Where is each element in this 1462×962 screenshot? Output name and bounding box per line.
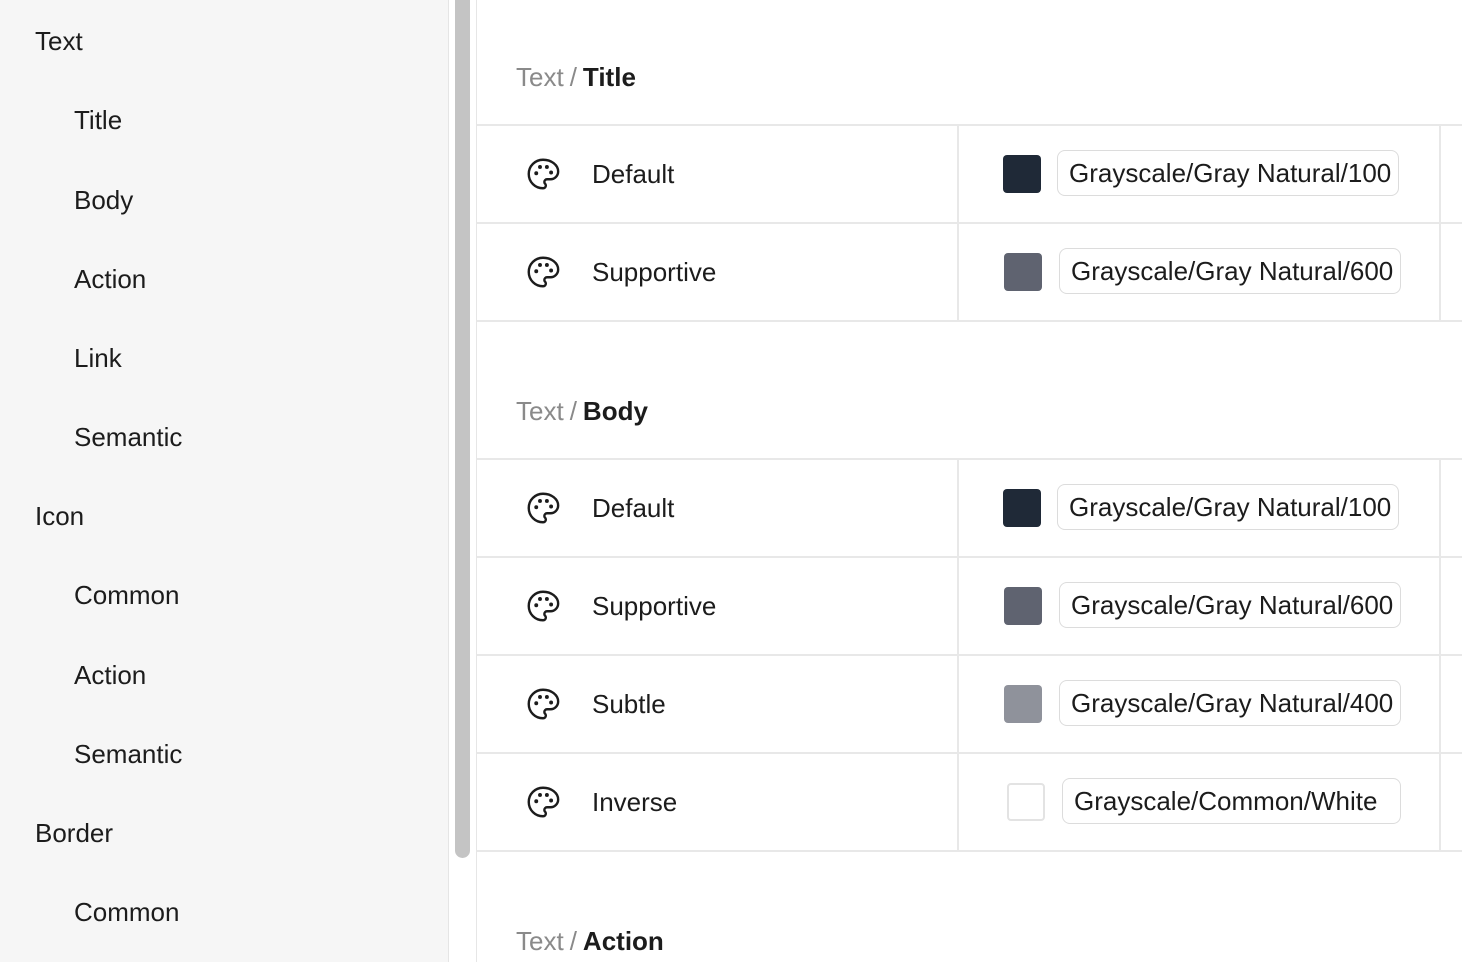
token-label: Inverse	[592, 787, 678, 817]
token-value-cell: Grayscale/Gray Natural/600	[959, 224, 1441, 320]
table-row: Supportive Grayscale/Gray Natural/600	[477, 558, 1462, 656]
token-name-cell: Supportive	[477, 558, 959, 654]
token-value-cell: Grayscale/Gray Natural/100	[959, 126, 1441, 222]
table-row: Supportive Grayscale/Gray Natural/600	[477, 224, 1462, 322]
token-value-cell: Grayscale/Gray Natural/400	[959, 656, 1441, 752]
main-content: Text / Title Default Grayscale/Gray Natura…	[477, 0, 1462, 962]
sidebar-item-icon-semantic[interactable]: Semantic	[74, 739, 182, 769]
token-label: Supportive	[592, 257, 717, 287]
palette-icon	[527, 158, 560, 190]
palette-icon	[527, 256, 560, 288]
sidebar-item-text[interactable]: Text	[35, 26, 83, 56]
table-row: Subtle Grayscale/Gray Natural/400	[477, 656, 1462, 754]
token-table-title: Default Grayscale/Gray Natural/100 Suppo…	[477, 124, 1462, 322]
palette-icon	[527, 688, 560, 720]
token-value-field[interactable]: Grayscale/Common/White	[1062, 778, 1401, 824]
palette-icon	[527, 786, 560, 818]
section-name: Action	[582, 926, 664, 956]
sidebar-item-link[interactable]: Link	[74, 343, 122, 373]
token-name-cell: Supportive	[477, 224, 959, 320]
token-value-field[interactable]: Grayscale/Gray Natural/100	[1057, 150, 1399, 196]
palette-icon	[527, 492, 560, 524]
token-label: Default	[592, 159, 675, 189]
sidebar-item-semantic[interactable]: Semantic	[74, 422, 182, 452]
sidebar-scrollbar-track[interactable]	[449, 0, 477, 962]
sidebar-item-title[interactable]: Title	[74, 105, 122, 135]
section-title-text-title: Text / Title	[516, 62, 636, 92]
table-row: Inverse Grayscale/Common/White	[477, 754, 1462, 852]
section-title-text-action: Text / Action	[516, 926, 664, 956]
token-value-cell: Grayscale/Common/White	[959, 754, 1441, 850]
color-swatch[interactable]	[1003, 489, 1041, 527]
table-row: Default Grayscale/Gray Natural/100	[477, 126, 1462, 224]
section-separator: /	[569, 396, 577, 426]
palette-icon	[527, 590, 560, 622]
token-name-cell: Subtle	[477, 656, 959, 752]
sidebar-item-icon-common[interactable]: Common	[74, 580, 179, 610]
section-prefix: Text	[516, 396, 564, 426]
token-value-cell: Grayscale/Gray Natural/100	[959, 460, 1441, 556]
section-prefix: Text	[516, 62, 564, 92]
sidebar-scrollbar-thumb[interactable]	[455, 0, 470, 858]
token-label: Supportive	[592, 591, 717, 621]
sidebar: Text Title Body Action Link Semantic Ico…	[0, 0, 449, 962]
token-value-field[interactable]: Grayscale/Gray Natural/600	[1059, 248, 1401, 294]
color-swatch[interactable]	[1007, 783, 1045, 821]
token-table-body: Default Grayscale/Gray Natural/100 Suppo…	[477, 458, 1462, 852]
sidebar-item-border-common[interactable]: Common	[74, 897, 179, 927]
sidebar-item-icon-action[interactable]: Action	[74, 660, 146, 690]
color-swatch[interactable]	[1003, 155, 1041, 193]
token-name-cell: Default	[477, 460, 959, 556]
color-swatch[interactable]	[1004, 253, 1042, 291]
section-separator: /	[569, 926, 577, 956]
sidebar-item-action[interactable]: Action	[74, 264, 146, 294]
section-prefix: Text	[516, 926, 564, 956]
color-swatch[interactable]	[1004, 685, 1042, 723]
token-label: Default	[592, 493, 675, 523]
section-name: Body	[582, 396, 648, 426]
sidebar-item-body[interactable]: Body	[74, 185, 133, 215]
token-name-cell: Inverse	[477, 754, 959, 850]
sidebar-item-border[interactable]: Border	[35, 818, 113, 848]
section-title-text-body: Text / Body	[516, 396, 648, 426]
token-value-field[interactable]: Grayscale/Gray Natural/600	[1059, 582, 1401, 628]
sidebar-item-icon[interactable]: Icon	[35, 501, 84, 531]
color-swatch[interactable]	[1004, 587, 1042, 625]
token-value-cell: Grayscale/Gray Natural/600	[959, 558, 1441, 654]
table-row: Default Grayscale/Gray Natural/100	[477, 460, 1462, 558]
token-value-field[interactable]: Grayscale/Gray Natural/100	[1057, 484, 1399, 530]
section-separator: /	[569, 62, 577, 92]
section-name: Title	[582, 62, 636, 92]
token-name-cell: Default	[477, 126, 959, 222]
token-value-field[interactable]: Grayscale/Gray Natural/400	[1059, 680, 1401, 726]
token-label: Subtle	[592, 689, 666, 719]
